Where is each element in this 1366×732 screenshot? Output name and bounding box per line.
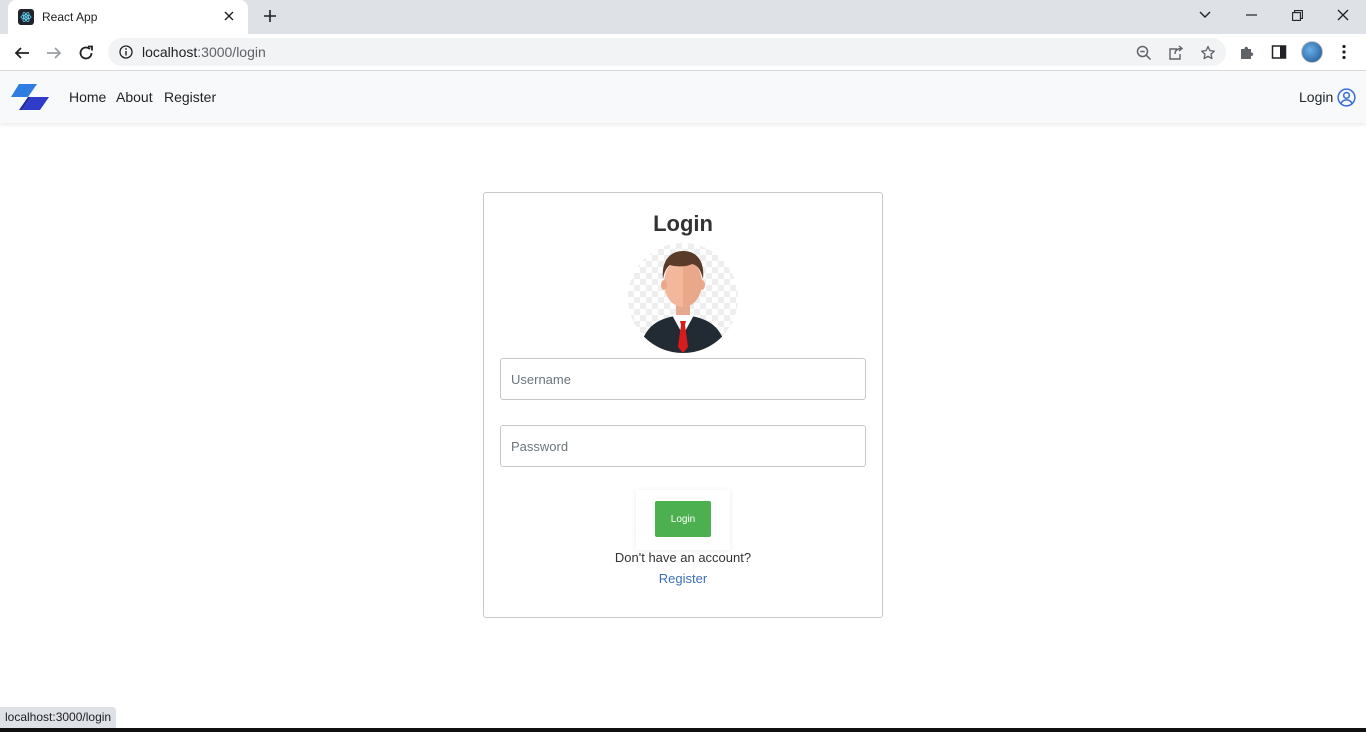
tab-strip: React App — [0, 0, 1366, 34]
login-submit-button[interactable]: Login — [655, 501, 711, 537]
nav-login-link[interactable]: Login — [1299, 89, 1333, 105]
nav-link-home[interactable]: Home — [69, 89, 106, 105]
url-path: :3000/login — [197, 44, 266, 60]
user-circle-icon[interactable] — [1337, 88, 1356, 107]
forward-icon[interactable] — [41, 40, 67, 66]
nav-link-about[interactable]: About — [116, 89, 153, 105]
back-icon[interactable] — [9, 40, 35, 66]
app-navbar: Home About Register Login — [0, 71, 1366, 123]
password-input[interactable] — [500, 425, 866, 467]
login-card: Login Username Login Don't have an accou… — [483, 192, 883, 618]
taskbar-edge — [0, 728, 1366, 732]
status-bar-url: localhost:3000/login — [0, 707, 117, 728]
share-icon[interactable] — [1167, 44, 1185, 62]
address-bar[interactable]: localhost:3000/login — [108, 38, 1226, 66]
profile-avatar[interactable] — [1301, 41, 1323, 63]
login-title: Login — [653, 211, 713, 236]
username-input[interactable] — [500, 358, 866, 400]
url-host: localhost — [142, 44, 198, 60]
new-tab-plus-icon[interactable] — [260, 6, 280, 28]
side-panel-icon[interactable] — [1269, 42, 1289, 62]
nav-link-register[interactable]: Register — [164, 89, 216, 105]
user-avatar-image — [628, 243, 738, 353]
site-info-icon[interactable] — [118, 44, 134, 60]
extensions-icon[interactable] — [1237, 42, 1257, 62]
url-text: localhost:3000/login — [142, 44, 266, 60]
login-button-container: Login — [636, 490, 730, 550]
close-window-icon[interactable] — [1320, 0, 1366, 30]
browser-toolbar: localhost:3000/login — [0, 34, 1366, 71]
tab-close-icon[interactable] — [220, 8, 238, 26]
zoom-icon[interactable] — [1135, 44, 1153, 62]
menu-kebab-icon[interactable] — [1334, 42, 1354, 62]
register-link[interactable]: Register — [484, 571, 882, 586]
no-account-text: Don't have an account? — [614, 550, 752, 565]
tab-search-chevron-down-icon[interactable] — [1182, 0, 1228, 30]
tab-title: React App — [42, 10, 98, 24]
browser-tab[interactable]: React App — [8, 0, 248, 34]
brand-logo[interactable] — [10, 83, 50, 111]
reload-icon[interactable] — [73, 40, 99, 66]
react-favicon-icon — [18, 9, 34, 25]
restore-icon[interactable] — [1274, 0, 1320, 30]
minimize-icon[interactable] — [1228, 0, 1274, 30]
star-icon[interactable] — [1199, 44, 1217, 62]
